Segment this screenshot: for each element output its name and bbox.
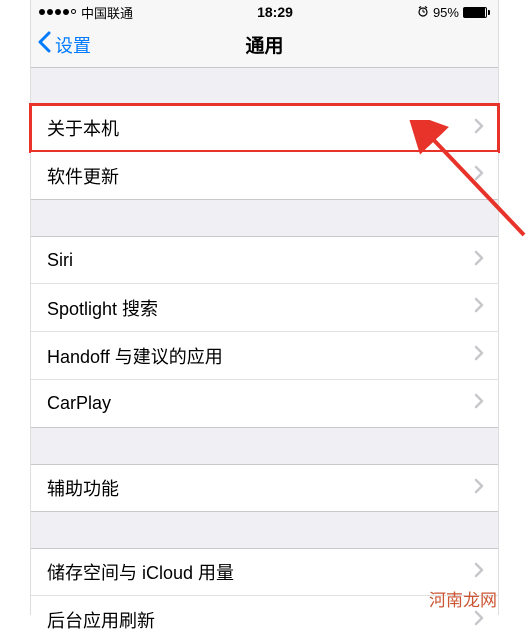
chevron-right-icon [474, 562, 484, 583]
cell-label: 软件更新 [47, 163, 119, 189]
cell-storage[interactable]: 储存空间与 iCloud 用量 [31, 548, 498, 596]
page-title: 通用 [31, 31, 498, 58]
back-button[interactable]: 设置 [31, 31, 91, 58]
cell-label: Spotlight 搜索 [47, 295, 158, 321]
signal-dots-icon [39, 9, 76, 15]
cell-siri[interactable]: Siri [31, 236, 498, 284]
status-left: 中国联通 [39, 3, 133, 22]
chevron-right-icon [474, 250, 484, 271]
chevron-left-icon [37, 31, 51, 58]
cell-handoff[interactable]: Handoff 与建议的应用 [31, 332, 498, 380]
cell-label: CarPlay [47, 393, 111, 414]
clock-label: 18:29 [257, 4, 293, 20]
cell-label: 关于本机 [47, 115, 119, 141]
settings-list: 关于本机 软件更新 Siri Spotlight 搜索 Handoff 与建议的… [31, 104, 498, 644]
phone-screen: 中国联通 18:29 95% 设置 通用 关于本机 [30, 0, 499, 615]
status-bar: 中国联通 18:29 95% [31, 0, 498, 22]
cell-label: Handoff 与建议的应用 [47, 343, 223, 369]
cell-label: Siri [47, 250, 73, 271]
cell-about[interactable]: 关于本机 [31, 104, 498, 152]
chevron-right-icon [474, 610, 484, 631]
chevron-right-icon [474, 393, 484, 414]
cell-accessibility[interactable]: 辅助功能 [31, 464, 498, 512]
battery-percent-label: 95% [433, 5, 459, 20]
back-label: 设置 [55, 32, 91, 58]
cell-software-update[interactable]: 软件更新 [31, 152, 498, 200]
chevron-right-icon [474, 118, 484, 139]
cell-background-refresh[interactable]: 后台应用刷新 [31, 596, 498, 644]
chevron-right-icon [474, 478, 484, 499]
cell-label: 后台应用刷新 [47, 607, 155, 633]
chevron-right-icon [474, 345, 484, 366]
group-features: Siri Spotlight 搜索 Handoff 与建议的应用 CarPlay [31, 236, 498, 428]
watermark-label: 河南龙网 [429, 586, 497, 611]
cell-label: 辅助功能 [47, 475, 119, 501]
nav-bar: 设置 通用 [31, 22, 498, 68]
carrier-label: 中国联通 [81, 3, 133, 22]
chevron-right-icon [474, 165, 484, 186]
cell-label: 储存空间与 iCloud 用量 [47, 559, 234, 585]
chevron-right-icon [474, 297, 484, 318]
battery-icon [463, 7, 490, 18]
cell-spotlight[interactable]: Spotlight 搜索 [31, 284, 498, 332]
group-storage: 储存空间与 iCloud 用量 后台应用刷新 [31, 548, 498, 644]
alarm-icon [417, 5, 429, 20]
group-accessibility: 辅助功能 [31, 464, 498, 512]
cell-carplay[interactable]: CarPlay [31, 380, 498, 428]
group-device: 关于本机 软件更新 [31, 104, 498, 200]
status-right: 95% [417, 5, 490, 20]
